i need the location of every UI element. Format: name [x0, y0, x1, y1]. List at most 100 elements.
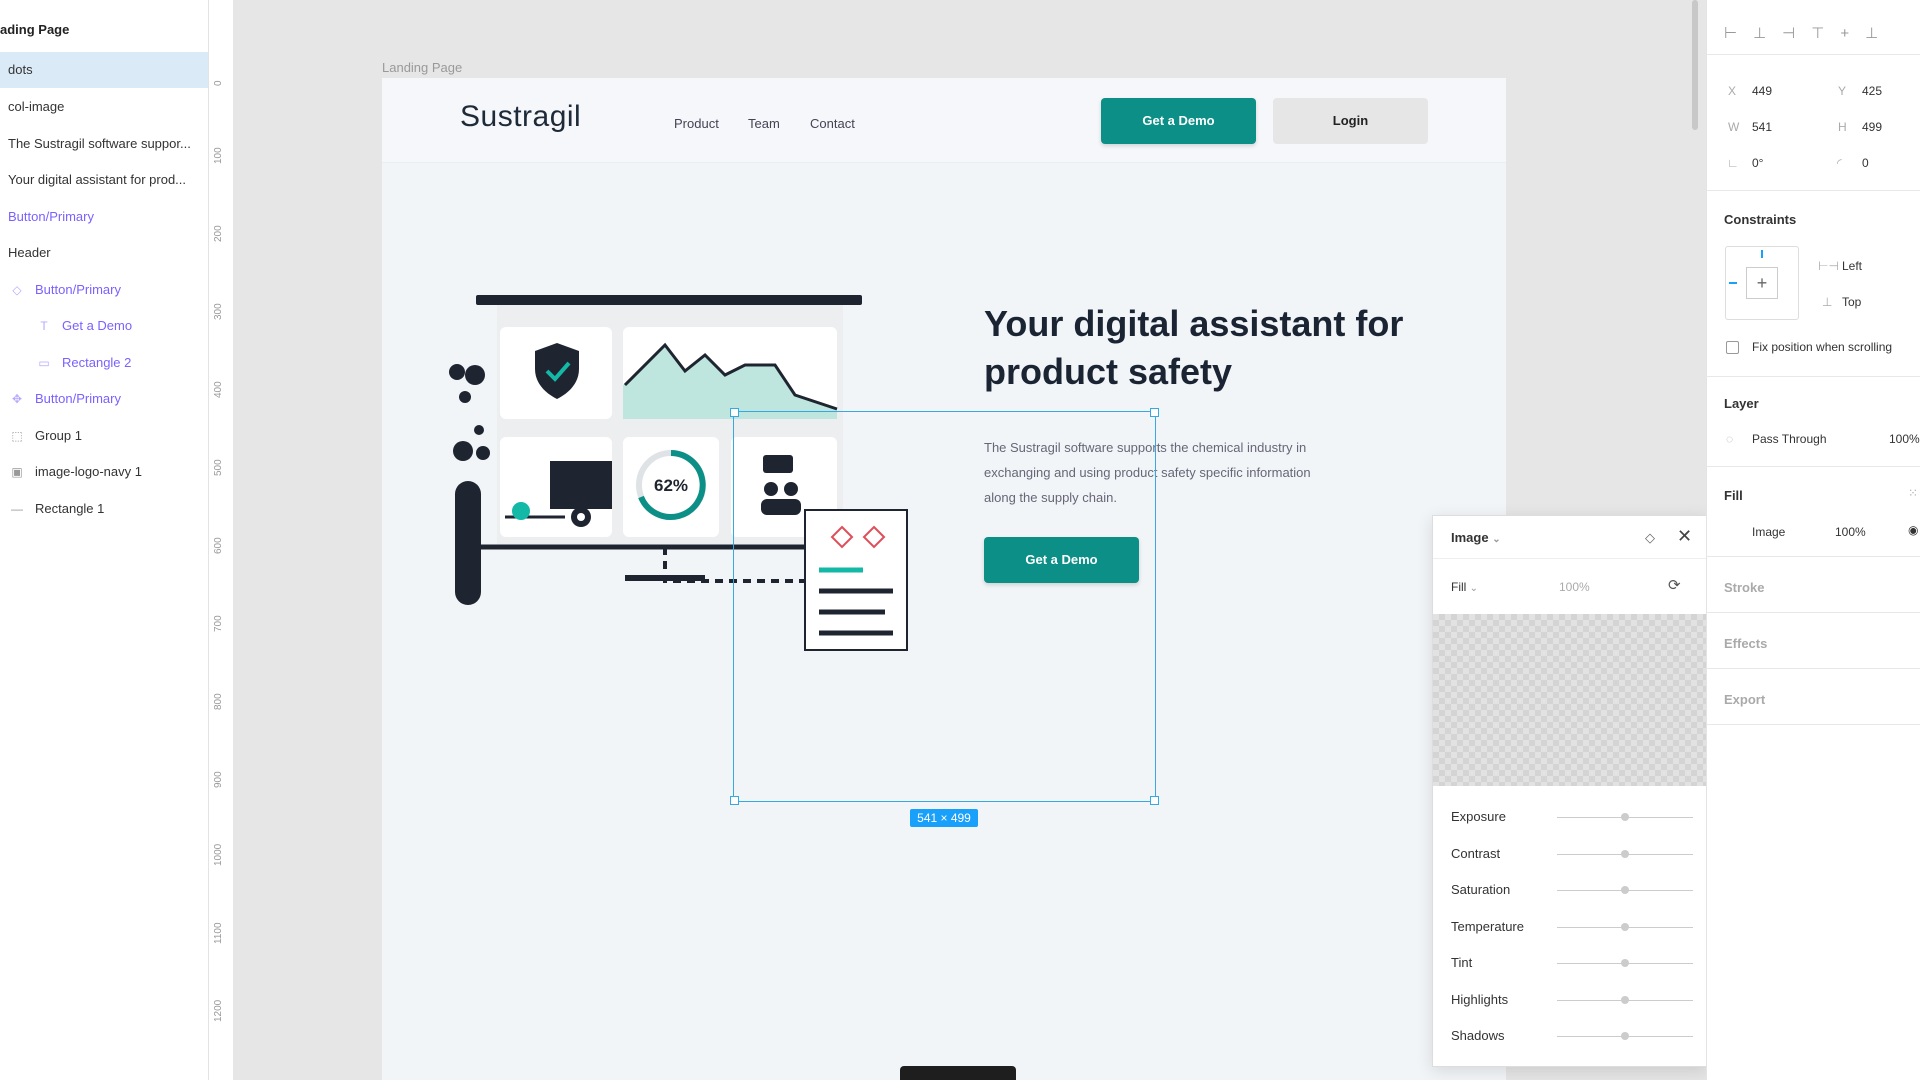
gauge-value: 62%: [654, 476, 688, 495]
ruler-tick: 200: [213, 225, 224, 242]
resize-handle[interactable]: [730, 408, 739, 417]
layer-item-button-primary-3[interactable]: ✥ Button/Primary: [0, 381, 208, 417]
fill-opacity-field[interactable]: 100%: [1835, 525, 1866, 539]
slider-knob[interactable]: [1621, 850, 1629, 858]
constraint-center-box[interactable]: +: [1746, 267, 1778, 299]
fill-type[interactable]: Image: [1752, 525, 1785, 539]
constraint-horizontal-select[interactable]: Left: [1842, 259, 1862, 273]
layer-item-group-1[interactable]: ⬚ Group 1: [0, 418, 208, 454]
adjust-label: Temperature: [1451, 919, 1524, 934]
contrast-slider[interactable]: [1557, 850, 1693, 858]
login-button[interactable]: Login: [1273, 98, 1428, 144]
align-top-icon[interactable]: ⊤: [1811, 25, 1840, 42]
adjust-label: Shadows: [1451, 1028, 1505, 1043]
image-opacity[interactable]: 100%: [1559, 580, 1590, 594]
nav-contact[interactable]: Contact: [810, 116, 855, 131]
align-left-icon[interactable]: ⊢: [1724, 25, 1753, 42]
canvas-scrollbar[interactable]: [1692, 0, 1698, 130]
shadows-slider[interactable]: [1557, 1032, 1693, 1040]
monitor-bar: [476, 295, 862, 305]
layer-label: Header: [8, 245, 51, 260]
molecule-dots-icon: [449, 364, 490, 461]
rotate-icon[interactable]: ⟳: [1668, 576, 1681, 594]
x-field[interactable]: 449: [1752, 84, 1772, 98]
nav-team[interactable]: Team: [748, 116, 780, 131]
resize-handle[interactable]: [1150, 796, 1159, 805]
slider-knob[interactable]: [1621, 996, 1629, 1004]
layer-item-dots[interactable]: dots: [0, 52, 208, 88]
rectangle-icon: ▭: [38, 356, 50, 370]
corner-radius-field[interactable]: 0: [1862, 156, 1869, 170]
blend-mode-select[interactable]: Pass Through: [1752, 432, 1827, 446]
slider-knob[interactable]: [1621, 886, 1629, 894]
layer-item-col-image[interactable]: col-image: [0, 89, 208, 125]
divider: [1433, 558, 1707, 559]
blend-mode-icon: ◌: [1726, 432, 1734, 446]
popover-title[interactable]: Image ⌄: [1451, 530, 1501, 545]
constraints-widget[interactable]: +: [1725, 246, 1799, 320]
layer-label: The Sustragil software suppor...: [8, 136, 191, 151]
layer-item-get-a-demo[interactable]: T Get a Demo: [0, 308, 208, 344]
eye-icon[interactable]: ◉: [1908, 523, 1918, 537]
y-field[interactable]: 425: [1862, 84, 1882, 98]
slider-knob[interactable]: [1621, 813, 1629, 821]
slider-knob[interactable]: [1621, 923, 1629, 931]
layer-item-button-primary[interactable]: Button/Primary: [0, 199, 208, 235]
export-title[interactable]: Export: [1724, 692, 1765, 707]
style-icon[interactable]: ◇: [1645, 530, 1655, 546]
layer-item-rectangle-2[interactable]: ▭ Rectangle 2: [0, 345, 208, 381]
site-logo[interactable]: Sustragil: [460, 100, 581, 134]
page-name[interactable]: ading Page: [0, 22, 69, 37]
divider: [1706, 724, 1920, 725]
ruler-tick: 400: [213, 381, 224, 398]
exposure-slider[interactable]: [1557, 813, 1693, 821]
constraint-vertical-select[interactable]: Top: [1842, 295, 1861, 309]
fill-grid-icon[interactable]: ⁙: [1908, 486, 1918, 500]
align-center-icon[interactable]: ⊥: [1753, 25, 1782, 42]
align-toolbar[interactable]: ⊢⊥⊣⊤+⊥: [1724, 24, 1894, 42]
temperature-slider[interactable]: [1557, 923, 1693, 931]
align-middle-icon[interactable]: +: [1840, 25, 1865, 42]
layer-label: image-logo-navy 1: [35, 464, 142, 479]
nav-product[interactable]: Product: [674, 116, 719, 131]
constraint-top-indicator[interactable]: [1761, 250, 1763, 258]
slider-knob[interactable]: [1621, 959, 1629, 967]
w-field[interactable]: 541: [1752, 120, 1772, 134]
layer-item-header[interactable]: Header: [0, 235, 208, 271]
stroke-title[interactable]: Stroke: [1724, 580, 1764, 595]
slider-knob[interactable]: [1621, 1032, 1629, 1040]
layer-item-button-primary-2[interactable]: ◇ Button/Primary: [0, 272, 208, 308]
saturation-slider[interactable]: [1557, 886, 1693, 894]
constraints-title: Constraints: [1724, 212, 1797, 227]
vertical-constraint-icon: ⊥: [1822, 295, 1833, 309]
bottom-toolbar[interactable]: [900, 1066, 1016, 1080]
layer-item-image-logo[interactable]: ▣ image-logo-navy 1: [0, 454, 208, 490]
layer-item-body-text[interactable]: The Sustragil software suppor...: [0, 126, 208, 162]
selection-box[interactable]: [730, 408, 1159, 805]
tint-slider[interactable]: [1557, 959, 1693, 967]
resize-handle[interactable]: [1150, 408, 1159, 417]
adjust-label: Tint: [1451, 955, 1473, 970]
hero-headline[interactable]: Your digital assistant for product safet…: [984, 300, 1404, 396]
layer-item-headline-text[interactable]: Your digital assistant for prod...: [0, 162, 208, 198]
image-fill-popover[interactable]: Image ⌄ ◇ ✕ Fill ⌄ 100% ⟳ Exposure Contr…: [1432, 515, 1708, 1067]
resize-handle[interactable]: [730, 796, 739, 805]
header-demo-button[interactable]: Get a Demo: [1101, 98, 1256, 144]
rotation-field[interactable]: 0°: [1752, 156, 1763, 170]
constraint-left-indicator[interactable]: [1729, 282, 1737, 284]
align-bottom-icon[interactable]: ⊥: [1865, 25, 1894, 42]
highlights-slider[interactable]: [1557, 996, 1693, 1004]
layer-label: Your digital assistant for prod...: [8, 172, 187, 187]
vertical-ruler: 0 100 200 300 400 500 600 700 800 900 10…: [209, 0, 234, 1080]
divider: [1706, 54, 1920, 55]
frame-label[interactable]: Landing Page: [382, 60, 462, 75]
image-preview[interactable]: [1433, 614, 1707, 786]
close-icon[interactable]: ✕: [1677, 526, 1692, 547]
h-field[interactable]: 499: [1862, 120, 1882, 134]
fix-position-checkbox[interactable]: [1726, 341, 1739, 354]
layer-item-rectangle-1[interactable]: — Rectangle 1: [0, 491, 208, 527]
align-right-icon[interactable]: ⊣: [1782, 25, 1811, 42]
layer-opacity-field[interactable]: 100%: [1889, 432, 1920, 446]
fill-mode-select[interactable]: Fill ⌄: [1451, 580, 1478, 594]
effects-title[interactable]: Effects: [1724, 636, 1767, 651]
